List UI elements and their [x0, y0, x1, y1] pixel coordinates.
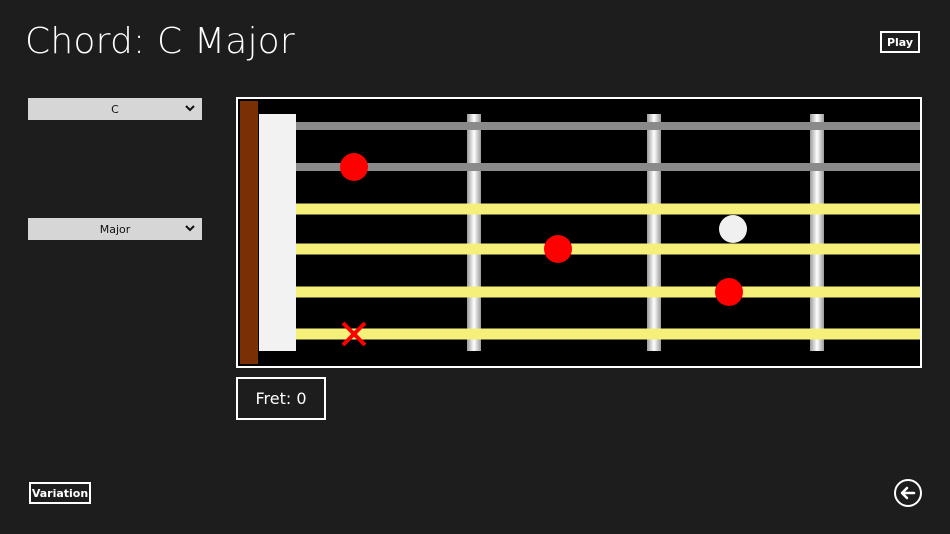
- variation-button[interactable]: Variation: [29, 482, 91, 504]
- fret-bar-3: [810, 114, 824, 351]
- string-2: [296, 163, 920, 171]
- string-4: [296, 243, 920, 255]
- string-1: [296, 122, 920, 130]
- string-6: [296, 328, 920, 340]
- back-arrow-icon[interactable]: [893, 478, 923, 508]
- play-button[interactable]: Play: [880, 31, 920, 53]
- finger-marker: [544, 235, 572, 263]
- fret-bar-1: [467, 114, 481, 351]
- key-select[interactable]: C: [28, 98, 202, 120]
- fretboard[interactable]: [238, 99, 920, 366]
- headstock: [240, 101, 258, 364]
- string-5: [296, 286, 920, 298]
- page-title: Chord: C Major: [25, 21, 295, 62]
- nut: [259, 114, 296, 351]
- string-3: [296, 203, 920, 215]
- chevron-down-icon: [185, 105, 195, 112]
- key-select-value: C: [111, 102, 119, 116]
- finger-marker: [340, 153, 368, 181]
- fret-bar-2: [647, 114, 661, 351]
- fret-indicator: Fret: 0: [236, 377, 326, 420]
- fretboard-frame[interactable]: [236, 97, 922, 368]
- chord-type-select-value: Major: [99, 222, 131, 236]
- finger-marker: [715, 278, 743, 306]
- chevron-down-icon: [185, 225, 195, 232]
- chord-type-select[interactable]: Major: [28, 218, 202, 240]
- chord-page: Chord: C Major Play C Major Fret: 0 Vari…: [0, 0, 950, 534]
- root-note-marker: [719, 215, 747, 243]
